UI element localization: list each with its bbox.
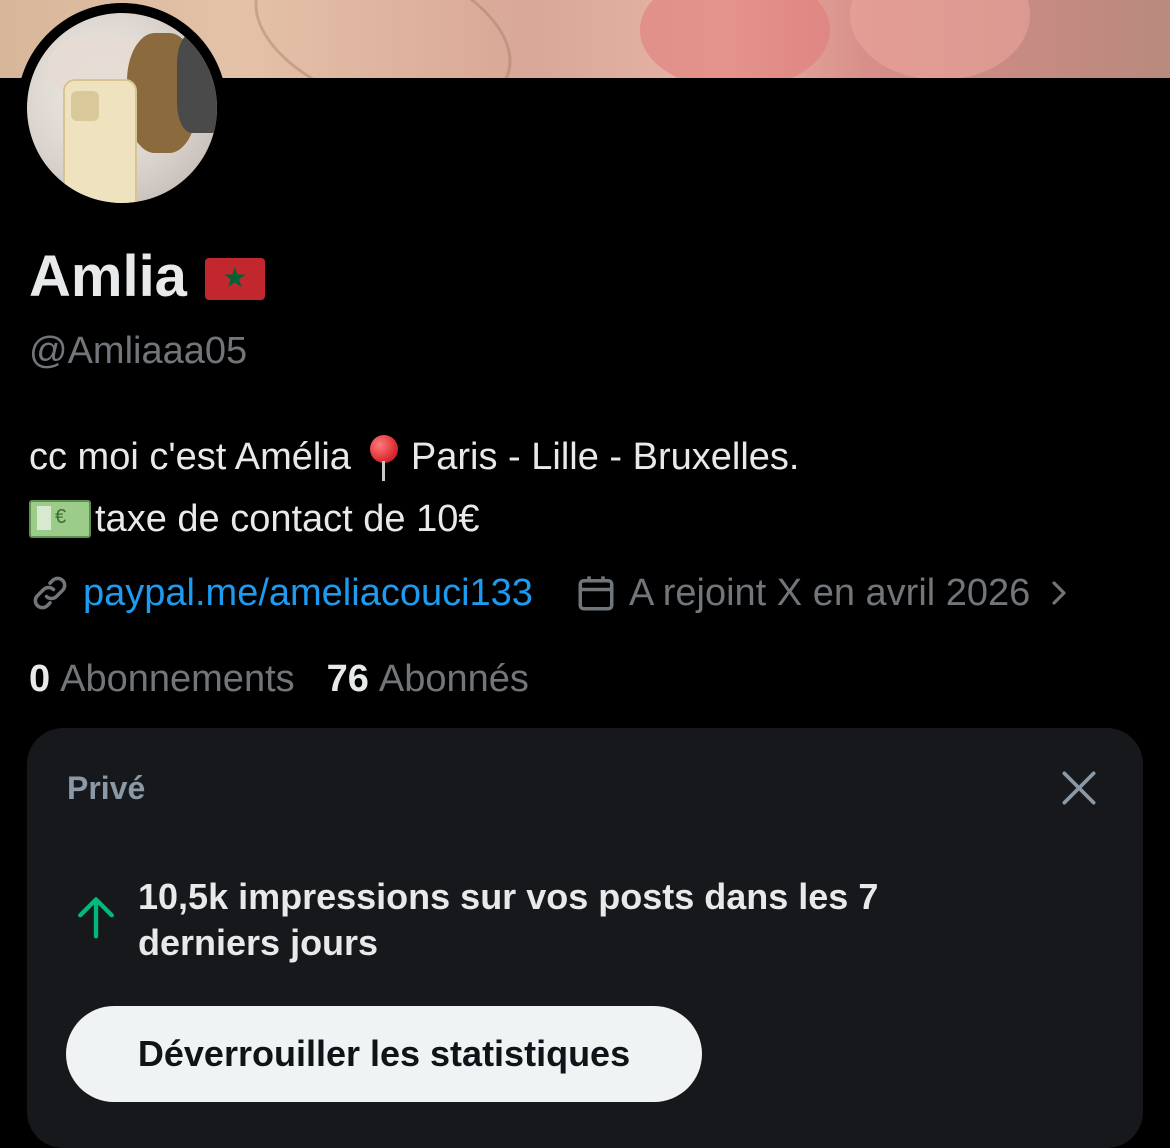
- bio-line: cc moi c'est Amélia Paris - Lille - Brux…: [29, 426, 799, 488]
- followers-label: Abonnés: [378, 658, 529, 700]
- following-label: Abonnements: [60, 658, 295, 700]
- follow-stats: 0 Abonnements 76 Abonnés: [29, 654, 529, 704]
- avatar[interactable]: [17, 3, 227, 213]
- unlock-stats-button[interactable]: Déverrouiller les statistiques: [66, 1006, 702, 1102]
- banner-detail: [233, 0, 533, 78]
- chevron-right-icon[interactable]: [1044, 578, 1074, 608]
- close-icon[interactable]: [1057, 766, 1101, 810]
- card-private-label: Privé: [67, 770, 146, 806]
- following-count: 0: [29, 658, 51, 700]
- followers-count: 76: [326, 658, 369, 700]
- avatar-photo-detail: [71, 91, 99, 121]
- bio-location-text: Paris - Lille - Bruxelles.: [410, 436, 800, 478]
- website-link[interactable]: paypal.me/ameliacouci133: [83, 568, 533, 618]
- morocco-flag-icon: [204, 258, 265, 300]
- banknote-icon: [29, 500, 91, 538]
- display-name: Amlia: [29, 244, 187, 309]
- avatar-photo: [27, 13, 217, 203]
- bio-text: cc moi c'est Amélia: [29, 436, 351, 478]
- following-link[interactable]: 0 Abonnements: [29, 654, 295, 704]
- followers-link[interactable]: 76 Abonnés: [327, 654, 529, 704]
- round-pushpin-icon: [367, 431, 401, 483]
- impressions-message: 10,5k impressions sur vos posts dans les…: [138, 876, 879, 963]
- bio-text: taxe de contact de 10€: [95, 498, 480, 540]
- bio-line: taxe de contact de 10€: [29, 488, 799, 550]
- link-icon: [33, 576, 67, 610]
- banner-detail: [850, 0, 1030, 78]
- profile-name-row: Amlia: [29, 244, 265, 310]
- avatar-photo-detail: [177, 33, 217, 133]
- profile-meta-row: paypal.me/ameliacouci133 A rejoint X en …: [29, 568, 1074, 618]
- banner-detail: [640, 0, 830, 78]
- arrow-up-icon: [78, 897, 114, 939]
- joined-date[interactable]: A rejoint X en avril 2026: [629, 568, 1030, 618]
- profile-handle: @Amliaaa05: [29, 330, 248, 372]
- calendar-icon: [578, 576, 614, 611]
- profile-bio: cc moi c'est Amélia Paris - Lille - Brux…: [29, 426, 799, 550]
- private-insights-card: Privé 10,5k impressions sur vos posts da…: [27, 728, 1143, 1148]
